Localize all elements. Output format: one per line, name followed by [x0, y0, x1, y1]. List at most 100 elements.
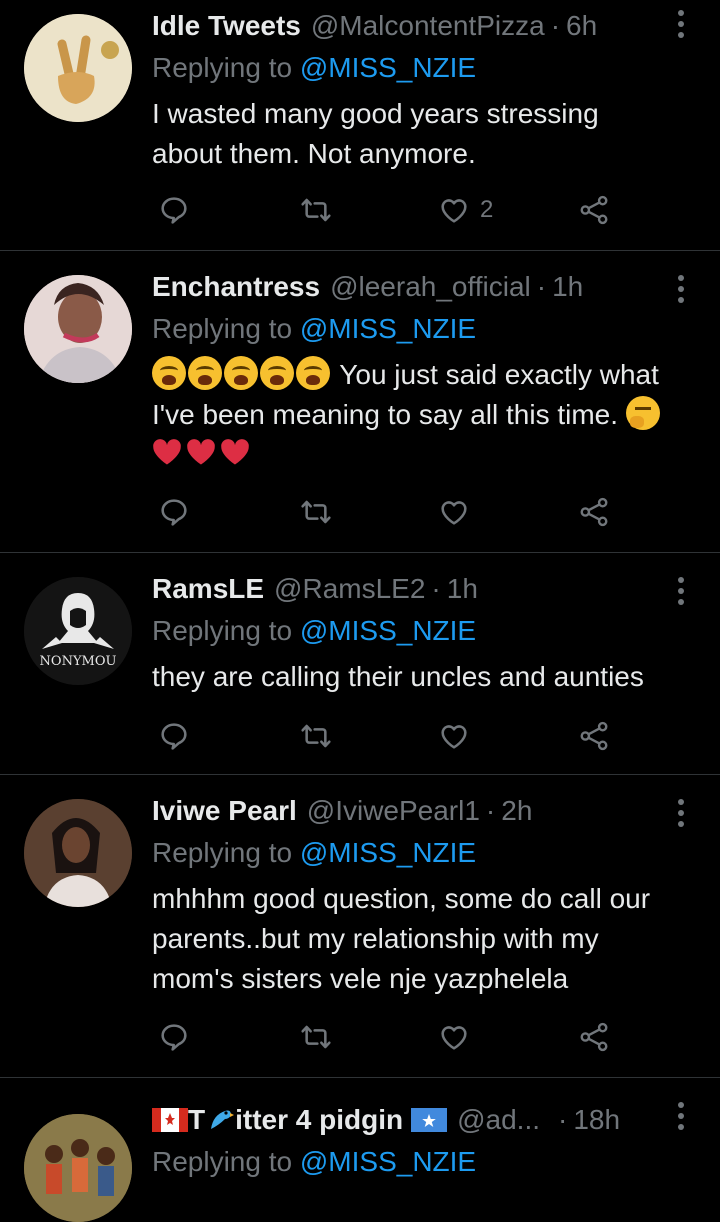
- tweet-card[interactable]: NONYMOU RamsLE @RamsLE2 · 1h Replying to…: [0, 553, 720, 775]
- share-icon: [578, 496, 610, 528]
- text-line: about them. Not anymore.: [152, 138, 476, 169]
- user-handle[interactable]: @ad...: [457, 1104, 540, 1136]
- tweet-text: I wasted many good years stressing about…: [152, 94, 696, 174]
- timestamp[interactable]: 18h: [573, 1104, 620, 1136]
- like-icon: [438, 496, 470, 528]
- text-line: [152, 435, 696, 475]
- more-icon[interactable]: [668, 799, 694, 829]
- avatar[interactable]: [24, 1114, 132, 1222]
- timestamp[interactable]: 1h: [552, 271, 583, 303]
- red-heart-icon: [220, 438, 250, 466]
- text-line: I've been meaning to say all this time.: [152, 395, 696, 435]
- mention-link[interactable]: @MISS_NZIE: [300, 313, 476, 344]
- like-count: 2: [480, 196, 494, 223]
- reply-button[interactable]: [158, 1019, 190, 1055]
- reply-button[interactable]: [158, 192, 190, 228]
- replying-to: Replying to @MISS_NZIE: [152, 1146, 476, 1178]
- avatar[interactable]: [24, 14, 132, 122]
- like-button[interactable]: [438, 1019, 470, 1055]
- mention-link[interactable]: @MISS_NZIE: [300, 52, 476, 83]
- avatar[interactable]: [24, 799, 132, 907]
- thinking-face-icon: [625, 396, 660, 430]
- like-button[interactable]: 2: [438, 192, 493, 228]
- like-icon: [438, 720, 470, 752]
- retweet-button[interactable]: [300, 494, 332, 530]
- user-handle[interactable]: @leerah_official: [330, 271, 531, 303]
- tweet-card[interactable]: Enchantress @leerah_official · 1h Replyi…: [0, 251, 720, 553]
- red-heart-icon: [152, 438, 182, 466]
- text-line: mom's sisters vele nje yazphelela: [152, 963, 569, 994]
- more-icon[interactable]: [668, 1102, 694, 1132]
- share-button[interactable]: [578, 494, 610, 530]
- avatar-text: NONYMOU: [40, 654, 117, 669]
- reply-button[interactable]: [158, 718, 190, 754]
- user-handle[interactable]: @MalcontentPizza: [311, 10, 545, 42]
- like-icon: [438, 1021, 470, 1053]
- text-line: You just said exactly what: [152, 355, 696, 395]
- text-fragment: I've been meaning to say all this time.: [152, 399, 619, 430]
- display-name[interactable]: RamsLE: [152, 573, 264, 605]
- share-icon: [578, 194, 610, 226]
- tweet-text: mhhhm good question, some do call our pa…: [152, 879, 696, 999]
- weary-face-icon: [188, 356, 222, 390]
- more-icon[interactable]: [668, 10, 694, 40]
- weary-face-icon: [152, 356, 186, 390]
- profile-photo-icon: [24, 1114, 132, 1222]
- canada-flag-icon: [152, 1108, 188, 1132]
- tweet-card[interactable]: Iviwe Pearl @IviwePearl1 · 2h Replying t…: [0, 775, 720, 1078]
- display-name[interactable]: Enchantress: [152, 271, 320, 303]
- replying-prefix: Replying to: [152, 615, 293, 646]
- avatar[interactable]: NONYMOU: [24, 577, 132, 685]
- reply-button[interactable]: [158, 494, 190, 530]
- separator-dot: ·: [558, 1104, 568, 1135]
- action-bar: 2: [152, 192, 622, 228]
- retweet-button[interactable]: [300, 718, 332, 754]
- weary-face-icon: [224, 356, 258, 390]
- like-button[interactable]: [438, 494, 470, 530]
- share-button[interactable]: [578, 1019, 610, 1055]
- peace-hand-icon: [24, 14, 132, 122]
- separator-dot: ·: [431, 573, 441, 604]
- mention-link[interactable]: @MISS_NZIE: [300, 1146, 476, 1177]
- retweet-button[interactable]: [300, 192, 332, 228]
- text-fragment: You just said exactly what: [339, 359, 659, 390]
- somalia-flag-icon: [411, 1108, 448, 1132]
- avatar[interactable]: [24, 275, 132, 383]
- timestamp[interactable]: 2h: [501, 795, 532, 827]
- timestamp[interactable]: 6h: [566, 10, 597, 42]
- display-name-part[interactable]: itter 4 pidgin: [235, 1104, 403, 1136]
- timestamp[interactable]: 1h: [447, 573, 478, 605]
- mention-link[interactable]: @MISS_NZIE: [300, 615, 476, 646]
- profile-photo-icon: [24, 799, 132, 907]
- more-icon[interactable]: [668, 577, 694, 607]
- text-line: mhhhm good question, some do call our: [152, 883, 651, 914]
- tweet-card[interactable]: Idle Tweets @MalcontentPizza · 6h Replyi…: [0, 0, 720, 251]
- share-button[interactable]: [578, 718, 610, 754]
- replying-to: Replying to @MISS_NZIE: [152, 615, 476, 647]
- retweet-icon: [300, 194, 332, 226]
- user-handle[interactable]: @RamsLE2: [274, 573, 425, 605]
- more-icon[interactable]: [668, 275, 694, 305]
- like-button[interactable]: [438, 718, 470, 754]
- text-line: I wasted many good years stressing: [152, 98, 599, 129]
- replying-prefix: Replying to: [152, 837, 293, 868]
- display-name[interactable]: Idle Tweets: [152, 10, 301, 42]
- share-button[interactable]: [578, 192, 610, 228]
- tweet-card[interactable]: T itter 4 pidgin @ad... · 18h Replying t…: [0, 1078, 720, 1222]
- display-name-part[interactable]: T: [188, 1104, 205, 1136]
- action-bar: [152, 494, 622, 530]
- action-bar: [152, 718, 622, 754]
- parrot-icon: [211, 1110, 235, 1129]
- share-icon: [578, 1021, 610, 1053]
- display-name[interactable]: Iviwe Pearl: [152, 795, 297, 827]
- weary-face-icon: [260, 356, 294, 390]
- mention-link[interactable]: @MISS_NZIE: [300, 837, 476, 868]
- retweet-button[interactable]: [300, 1019, 332, 1055]
- replying-prefix: Replying to: [152, 1146, 293, 1177]
- reply-icon: [158, 194, 190, 226]
- replying-prefix: Replying to: [152, 313, 293, 344]
- replying-prefix: Replying to: [152, 52, 293, 83]
- weary-face-icon: [296, 356, 330, 390]
- user-handle[interactable]: @IviwePearl1: [307, 795, 480, 827]
- action-bar: [152, 1019, 622, 1055]
